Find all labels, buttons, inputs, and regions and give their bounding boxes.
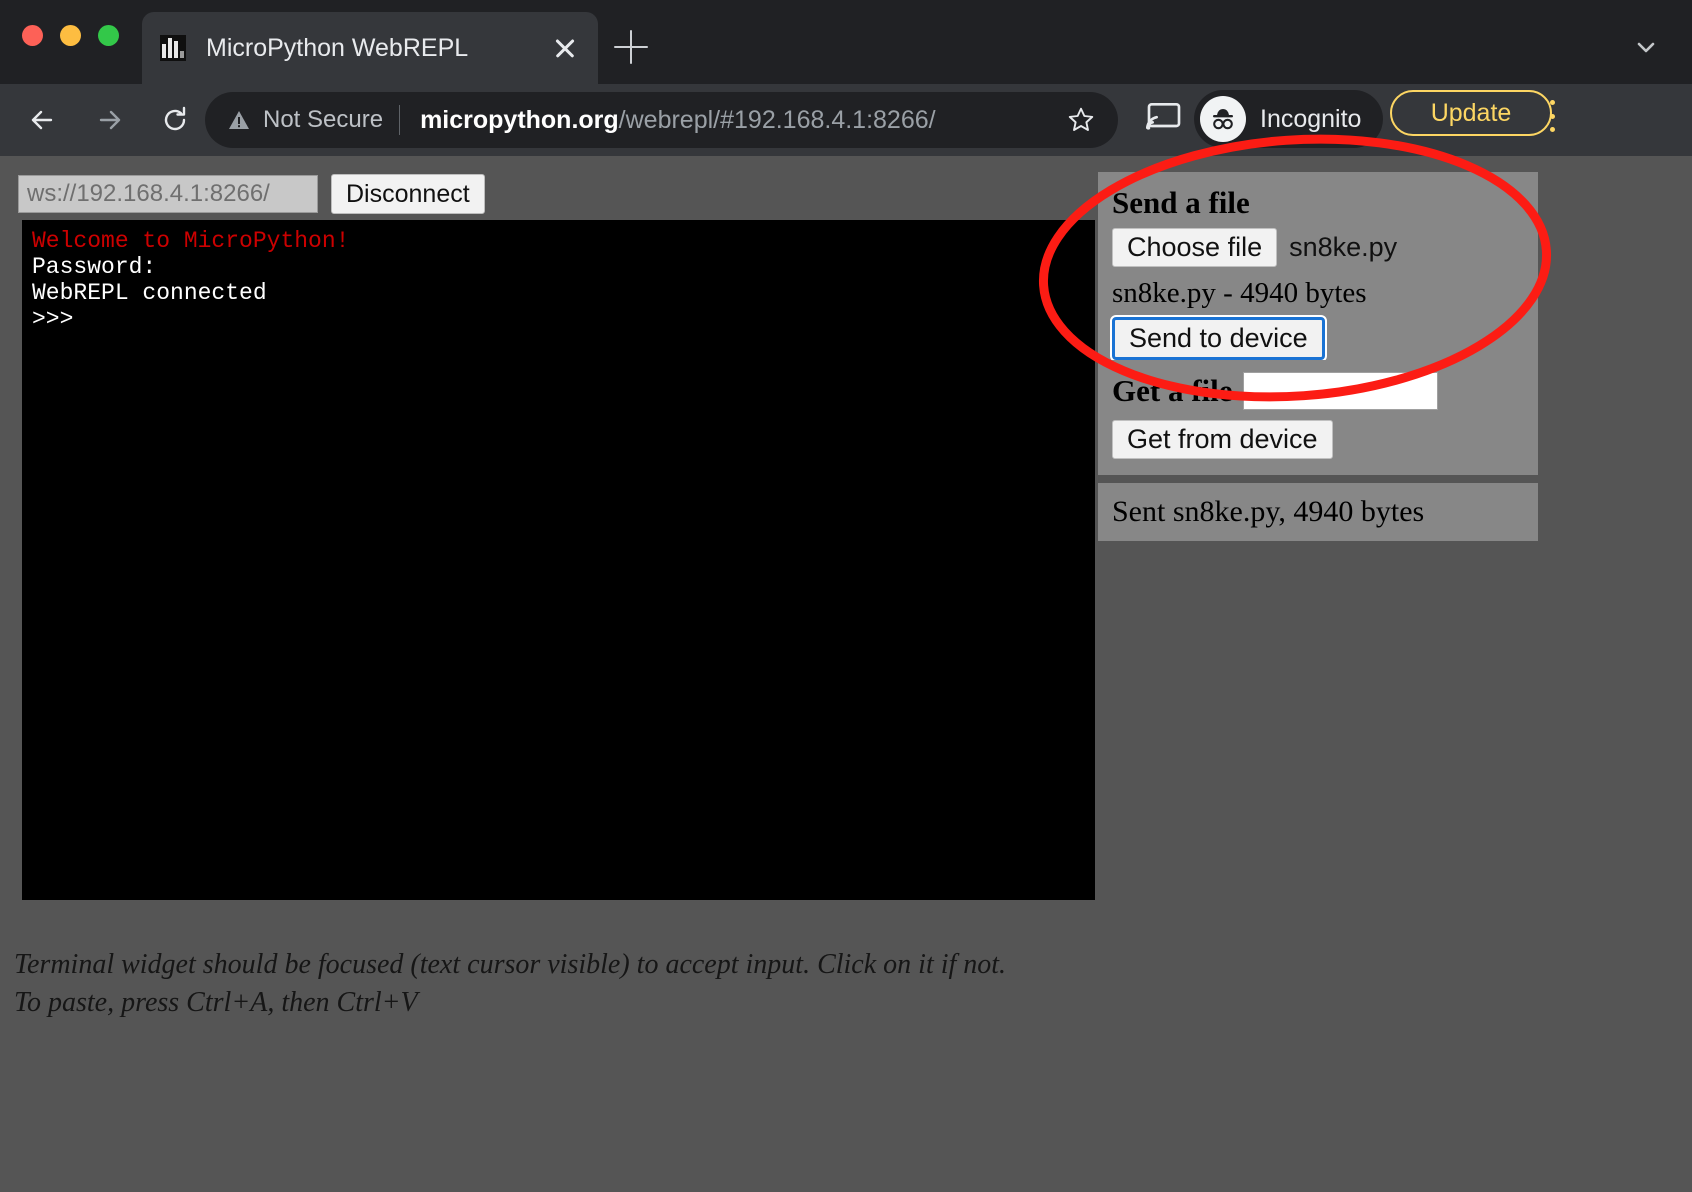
terminal-hint-line-2: To paste, press Ctrl+A, then Ctrl+V bbox=[14, 987, 418, 1018]
incognito-indicator[interactable]: Incognito bbox=[1194, 90, 1384, 148]
chevron-down-icon[interactable] bbox=[1631, 32, 1661, 62]
file-chooser-row: Choose file sn8ke.py bbox=[1112, 228, 1524, 267]
send-to-device-button[interactable]: Send to device bbox=[1110, 315, 1327, 362]
terminal-hint-line-1: Terminal widget should be focused (text … bbox=[14, 949, 1007, 980]
get-file-row: Get a file bbox=[1112, 372, 1524, 410]
update-button-label: Update bbox=[1430, 98, 1512, 127]
window-close-button[interactable] bbox=[22, 25, 43, 46]
browser-tab[interactable]: MicroPython WebREPL bbox=[142, 12, 598, 84]
connection-row: Disconnect bbox=[18, 174, 485, 214]
tab-strip: MicroPython WebREPL bbox=[0, 0, 1692, 84]
kebab-menu-icon[interactable] bbox=[1535, 96, 1569, 136]
warning-triangle-icon bbox=[227, 108, 251, 132]
security-status-label: Not Secure bbox=[263, 106, 384, 133]
micropython-logo-icon bbox=[160, 35, 186, 61]
terminal-welcome-line: Welcome to MicroPython! bbox=[32, 228, 350, 254]
star-icon[interactable] bbox=[1066, 105, 1096, 135]
file-size-label: sn8ke.py - 4940 bytes bbox=[1112, 277, 1367, 309]
url-path: /webrepl/#192.168.4.1:8266/ bbox=[618, 105, 936, 134]
window-traffic-lights bbox=[22, 25, 119, 46]
disconnect-button[interactable]: Disconnect bbox=[331, 174, 485, 214]
incognito-hat-glasses-icon bbox=[1200, 96, 1246, 142]
url-text: micropython.org/webrepl/#192.168.4.1:826… bbox=[420, 106, 1058, 135]
repl-terminal[interactable]: Welcome to MicroPython! Password: WebREP… bbox=[22, 220, 1095, 900]
window-maximize-button[interactable] bbox=[98, 25, 119, 46]
address-bar[interactable]: Not Secure micropython.org/webrepl/#192.… bbox=[205, 92, 1118, 148]
websocket-url-input[interactable] bbox=[18, 175, 318, 213]
plus-icon[interactable] bbox=[614, 30, 648, 64]
transfer-status-message: Sent sn8ke.py, 4940 bytes bbox=[1112, 495, 1425, 528]
get-file-heading: Get a file bbox=[1112, 373, 1233, 408]
arrow-right-icon[interactable] bbox=[86, 97, 132, 143]
incognito-label: Incognito bbox=[1260, 104, 1362, 133]
send-file-panel: Send a file Choose file sn8ke.py sn8ke.p… bbox=[1098, 172, 1538, 376]
choose-file-button[interactable]: Choose file bbox=[1112, 228, 1278, 267]
get-file-panel: Get a file Get from device bbox=[1098, 360, 1538, 475]
reload-icon[interactable] bbox=[152, 97, 198, 143]
page-viewport: Disconnect Welcome to MicroPython! Passw… bbox=[0, 156, 1692, 1192]
get-from-device-button[interactable]: Get from device bbox=[1112, 420, 1333, 459]
update-button[interactable]: Update bbox=[1390, 90, 1552, 136]
close-icon[interactable] bbox=[550, 33, 580, 63]
tab-title: MicroPython WebREPL bbox=[206, 33, 469, 62]
url-host: micropython.org bbox=[420, 105, 619, 134]
chosen-file-name: sn8ke.py bbox=[1289, 232, 1398, 262]
get-filename-input[interactable] bbox=[1242, 372, 1438, 410]
terminal-hint-text: Terminal widget should be focused (text … bbox=[14, 946, 1214, 1022]
arrow-left-icon[interactable] bbox=[20, 97, 66, 143]
terminal-connected-line: WebREPL connected bbox=[32, 280, 267, 306]
terminal-password-line: Password: bbox=[32, 254, 157, 280]
cast-icon[interactable] bbox=[1144, 96, 1184, 136]
terminal-prompt-line: >>> bbox=[32, 306, 74, 332]
transfer-status-panel: Sent sn8ke.py, 4940 bytes bbox=[1098, 483, 1538, 541]
browser-window: MicroPython WebREPL Not Secure micropyth… bbox=[0, 0, 1692, 1192]
window-minimize-button[interactable] bbox=[60, 25, 81, 46]
omnibox-divider bbox=[399, 105, 401, 135]
send-file-heading: Send a file bbox=[1112, 185, 1250, 220]
